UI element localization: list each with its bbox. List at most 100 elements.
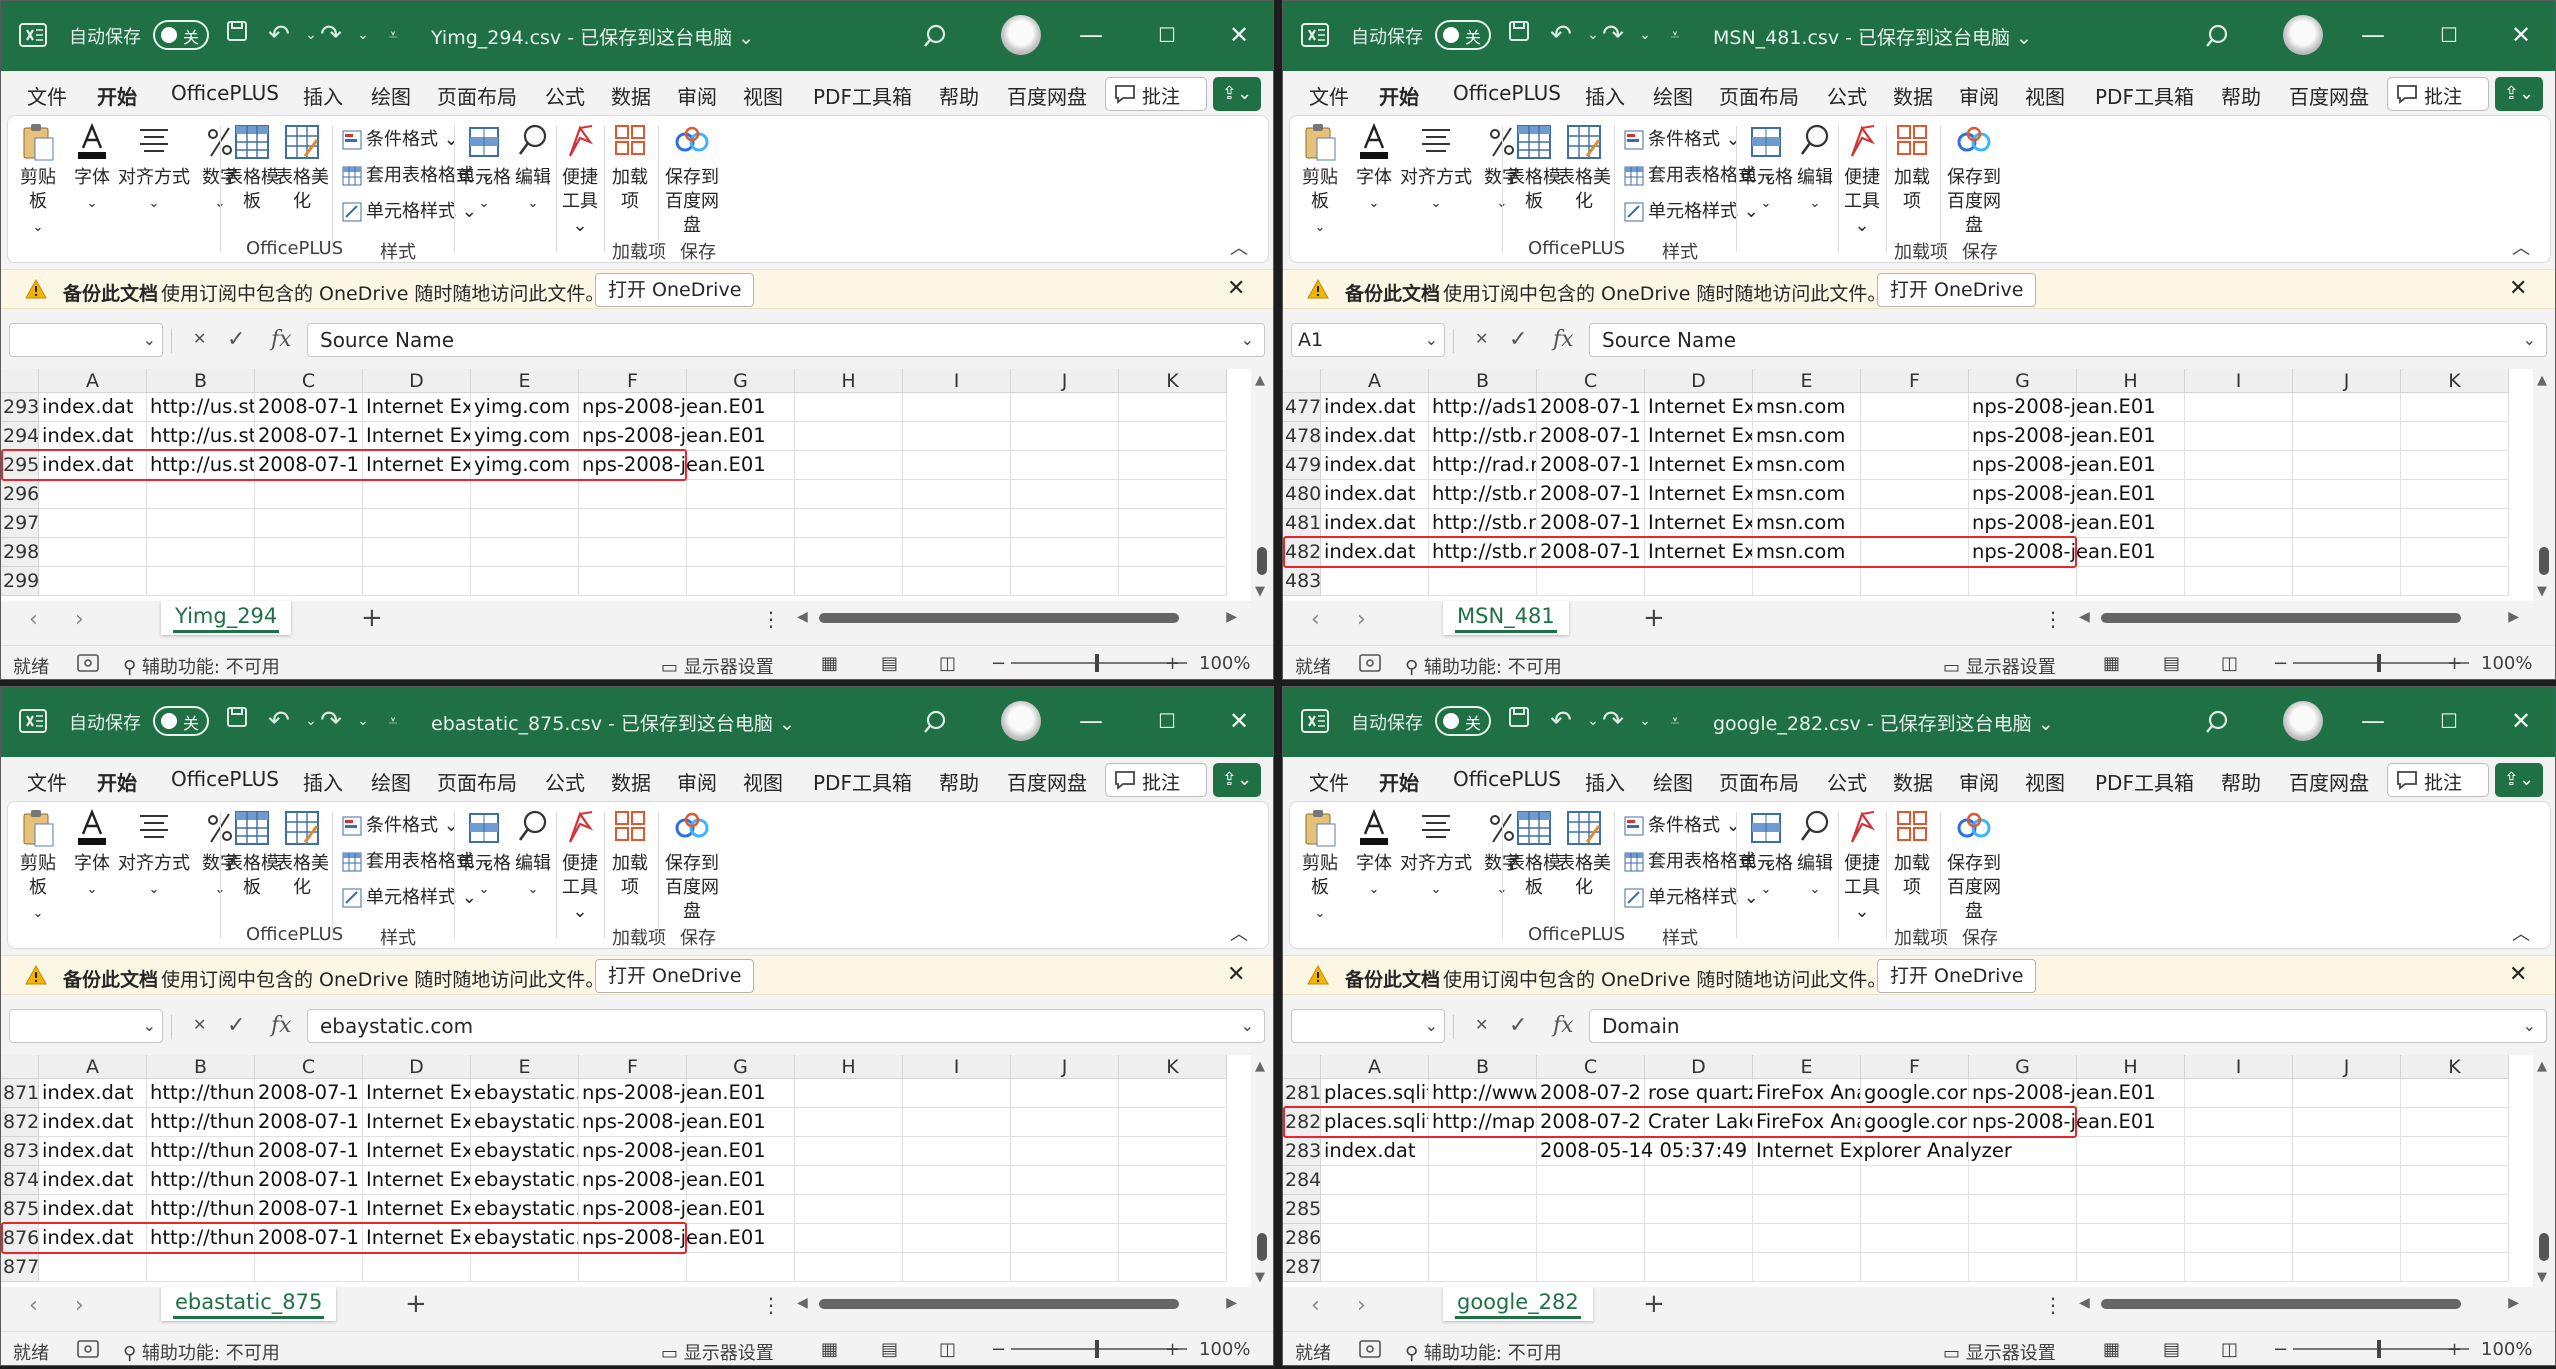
cell-G285[interactable] — [1969, 1195, 2077, 1224]
table-beautify-button[interactable]: 表格美化 — [274, 122, 330, 214]
column-header-H[interactable]: H — [2077, 369, 2185, 393]
undo-icon[interactable]: ↶ — [1545, 18, 1577, 52]
cell-J296[interactable] — [1011, 480, 1119, 509]
column-header-D[interactable]: D — [1645, 369, 1753, 393]
cell-K479[interactable] — [2401, 451, 2509, 480]
name-box[interactable]: ⌄ — [1291, 1009, 1445, 1043]
cell-A286[interactable] — [1321, 1224, 1429, 1253]
cell-K284[interactable] — [2401, 1166, 2509, 1195]
addins-button[interactable]: 加载项 — [608, 808, 652, 900]
menu-tab-8[interactable]: 审阅 — [677, 767, 717, 796]
cell-I876[interactable] — [903, 1224, 1011, 1253]
column-header-G[interactable]: G — [1969, 1055, 2077, 1079]
more-options-icon[interactable]: ⋮ — [761, 1293, 781, 1317]
row-header[interactable]: 285 — [1283, 1195, 1321, 1224]
menu-tab-11[interactable]: 帮助 — [939, 81, 979, 110]
cell-F285[interactable] — [1861, 1195, 1969, 1224]
cell-B294[interactable]: http://us.st — [147, 422, 255, 451]
cell-E296[interactable] — [471, 480, 579, 509]
row-header[interactable]: 478 — [1283, 422, 1321, 451]
conditional-format-button[interactable]: 条件格式 ⌄ — [342, 126, 459, 154]
cell-A298[interactable] — [39, 538, 147, 567]
cell-A873[interactable]: index.dat — [39, 1137, 147, 1166]
next-sheet-icon[interactable]: › — [75, 607, 84, 632]
minimize-icon[interactable]: — — [1071, 17, 1111, 53]
cell-J283[interactable] — [2293, 1137, 2401, 1166]
cell-B283[interactable] — [1429, 1137, 1537, 1166]
cell-D294[interactable]: Internet Ex — [363, 422, 471, 451]
column-header-I[interactable]: I — [903, 1055, 1011, 1079]
cell-E294[interactable]: yimg.com — [471, 422, 579, 451]
display-settings-button[interactable]: ▭ 显示器设置 — [661, 653, 774, 679]
save-icon[interactable] — [221, 704, 253, 738]
prev-sheet-icon[interactable]: ‹ — [29, 1293, 38, 1318]
column-header-E[interactable]: E — [471, 369, 579, 393]
cancel-formula-icon[interactable]: ✕ — [1475, 1015, 1488, 1034]
menu-tab-1[interactable]: 开始 — [97, 81, 137, 119]
cell-A875[interactable]: index.dat — [39, 1195, 147, 1224]
column-header-J[interactable]: J — [1011, 369, 1119, 393]
cell-D871[interactable]: Internet Ex — [363, 1079, 471, 1108]
comments-button[interactable]: 批注 — [2387, 77, 2489, 111]
cell-E299[interactable] — [471, 567, 579, 596]
cell-K480[interactable] — [2401, 480, 2509, 509]
cell-E873[interactable]: ebaystatic.c — [471, 1137, 579, 1166]
cell-A874[interactable]: index.dat — [39, 1166, 147, 1195]
add-sheet-icon[interactable]: + — [1643, 1289, 1665, 1319]
cell-E297[interactable] — [471, 509, 579, 538]
minimize-icon[interactable]: — — [2353, 703, 2393, 739]
menu-tab-11[interactable]: 帮助 — [2221, 767, 2261, 796]
expand-formula-icon[interactable]: ⌄ — [1241, 1010, 1254, 1042]
row-header[interactable]: 871 — [1, 1079, 39, 1108]
display-settings-button[interactable]: ▭ 显示器设置 — [661, 1339, 774, 1365]
select-all-corner[interactable] — [1283, 369, 1321, 393]
column-header-J[interactable]: J — [1011, 1055, 1119, 1079]
cell-D293[interactable]: Internet Ex — [363, 393, 471, 422]
cell-E298[interactable] — [471, 538, 579, 567]
font-button[interactable]: 字体 ⌄ — [1348, 808, 1400, 902]
menu-tab-1[interactable]: 开始 — [1379, 81, 1419, 119]
addins-button[interactable]: 加载项 — [608, 122, 652, 214]
menu-tab-5[interactable]: 页面布局 — [1719, 767, 1799, 796]
name-box-dropdown-icon[interactable]: ⌄ — [1425, 1010, 1438, 1042]
scroll-up-icon[interactable]: ▲ — [2537, 1059, 2547, 1074]
column-header-D[interactable]: D — [363, 369, 471, 393]
cell-D478[interactable]: Internet Ex — [1645, 422, 1753, 451]
menu-tab-11[interactable]: 帮助 — [939, 767, 979, 796]
cell-J876[interactable] — [1011, 1224, 1119, 1253]
cell-I871[interactable] — [903, 1079, 1011, 1108]
cell-F284[interactable] — [1861, 1166, 1969, 1195]
menu-tab-3[interactable]: 插入 — [1585, 767, 1625, 796]
add-sheet-icon[interactable]: + — [405, 1289, 427, 1319]
cell-A480[interactable]: index.dat — [1321, 480, 1429, 509]
cell-K478[interactable] — [2401, 422, 2509, 451]
cell-C479[interactable]: 2008-07-1 — [1537, 451, 1645, 480]
cell-C299[interactable] — [255, 567, 363, 596]
cell-H287[interactable] — [2077, 1253, 2185, 1282]
cell-I480[interactable] — [2185, 480, 2293, 509]
save-icon[interactable] — [1503, 704, 1535, 738]
accessibility-status[interactable]: ⚲ 辅助功能: 不可用 — [123, 1339, 280, 1365]
cell-A871[interactable]: index.dat — [39, 1079, 147, 1108]
alignment-button[interactable]: 对齐方式 ⌄ — [112, 808, 196, 902]
cell-G877[interactable] — [687, 1253, 795, 1282]
edit-button[interactable]: 编辑 ⌄ — [508, 122, 558, 216]
cell-K877[interactable] — [1119, 1253, 1227, 1282]
cell-I281[interactable] — [2185, 1079, 2293, 1108]
insert-function-icon[interactable]: fx — [271, 327, 292, 352]
row-header[interactable]: 877 — [1, 1253, 39, 1282]
customize-toolbar-icon[interactable]: ⩡ — [1659, 704, 1691, 738]
cell-I872[interactable] — [903, 1108, 1011, 1137]
accessibility-status[interactable]: ⚲ 辅助功能: 不可用 — [1405, 653, 1562, 679]
cell-K874[interactable] — [1119, 1166, 1227, 1195]
zoom-slider-thumb[interactable] — [1095, 654, 1099, 672]
cell-H285[interactable] — [2077, 1195, 2185, 1224]
cell-D285[interactable] — [1645, 1195, 1753, 1224]
maximize-icon[interactable]: ☐ — [2429, 703, 2469, 739]
cell-F287[interactable] — [1861, 1253, 1969, 1282]
quick-tools-button[interactable]: 便捷工具 ⌄ — [558, 808, 602, 924]
menu-tab-6[interactable]: 公式 — [545, 81, 585, 110]
redo-icon[interactable]: ↷ — [1597, 18, 1629, 52]
cancel-formula-icon[interactable]: ✕ — [1475, 329, 1488, 348]
page-break-view-icon[interactable]: ◫ — [2221, 1339, 2238, 1360]
